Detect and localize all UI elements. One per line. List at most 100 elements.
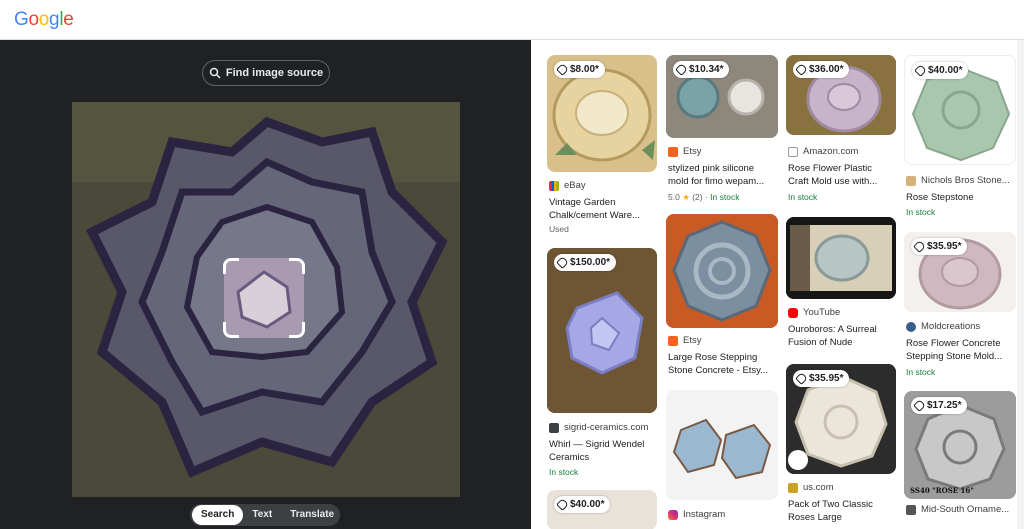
price-tag-icon [556, 498, 569, 511]
price-badge: $150.00* [554, 254, 617, 271]
result-thumbnail[interactable]: $35.95* [786, 364, 896, 474]
result-thumbnail[interactable]: $10.34* [666, 55, 778, 138]
us-com-icon [788, 482, 798, 493]
price-text: $35.95* [809, 373, 844, 384]
stock-status: In stock [549, 467, 579, 477]
google-logo[interactable]: Google [14, 9, 74, 31]
source-name: Etsy [683, 335, 702, 346]
etsy-icon [668, 335, 678, 346]
source-name: us.com [803, 482, 834, 493]
source-name: sigrid-ceramics.com [564, 422, 649, 433]
review-count: (2) [692, 192, 703, 202]
result-thumbnail[interactable]: $36.00* [786, 55, 896, 135]
price-tag-icon [913, 399, 926, 412]
price-text: $36.00* [809, 64, 844, 75]
price-badge: $35.95* [911, 238, 968, 255]
result-title[interactable]: Rose Flower Plastic Craft Mold use with.… [788, 162, 892, 188]
result-source[interactable]: Moldcreations [906, 321, 980, 332]
result-title[interactable]: Ouroboros: A Surreal Fusion of Nude Fema… [788, 323, 892, 349]
price-badge: $40.00* [912, 62, 969, 79]
result-title[interactable]: Whirl — Sigrid Wendel Ceramics [549, 438, 653, 464]
translate-mode-tab[interactable]: Translate [281, 505, 343, 525]
source-name: YouTube [803, 307, 841, 318]
text-mode-tab[interactable]: Text [243, 505, 281, 525]
price-tag-icon [795, 372, 808, 385]
result-source[interactable]: Instagram [668, 509, 725, 520]
source-name: Etsy [683, 146, 702, 157]
result-thumbnail[interactable]: $40.00* [904, 55, 1016, 165]
result-source[interactable]: Amazon.com [788, 146, 858, 157]
result-source[interactable]: Nichols Bros Stone... [906, 175, 1010, 186]
result-thumbnail[interactable]: $8.00* [547, 55, 657, 172]
price-badge: $10.34* [673, 61, 730, 78]
result-thumbnail[interactable] [666, 390, 778, 500]
stock-status: In stock [906, 367, 936, 377]
source-name: Nichols Bros Stone... [921, 175, 1010, 186]
result-title[interactable]: stylized pink silicone mold for fimo wep… [668, 162, 772, 188]
crop-handle[interactable] [289, 258, 305, 274]
result-title[interactable]: Pack of Two Classic Roses Large WUB0324.… [788, 498, 892, 524]
price-tag-icon [556, 63, 569, 76]
result-source[interactable]: eBay [549, 180, 586, 191]
price-text: $40.00* [570, 499, 605, 510]
result-source[interactable]: Etsy [668, 146, 701, 157]
top-bar: Google [0, 0, 1024, 40]
moldcreations-icon [906, 321, 916, 332]
logo-letter: o [38, 9, 50, 30]
result-thumbnail[interactable]: $40.00* [547, 490, 657, 529]
result-source[interactable]: YouTube [788, 307, 840, 318]
mid-south-icon [906, 504, 916, 515]
result-thumbnail[interactable] [786, 217, 896, 299]
result-thumbnail[interactable]: $17.25* SS40 "ROSE 16" [904, 391, 1016, 499]
price-tag-icon [795, 63, 808, 76]
result-source[interactable]: Etsy [668, 335, 701, 346]
stock-status: In stock [710, 192, 740, 202]
price-tag-icon [556, 256, 569, 269]
crop-handle[interactable] [223, 258, 239, 274]
price-text: $150.00* [570, 257, 611, 268]
sigrid-ceramics-icon [549, 422, 559, 433]
price-text: $40.00* [928, 65, 963, 76]
result-thumbnail[interactable]: $150.00* [547, 248, 657, 413]
star-icon: ★ [682, 192, 690, 202]
price-text: $35.95* [927, 241, 962, 252]
logo-letter: e [63, 9, 74, 30]
result-source[interactable]: sigrid-ceramics.com [549, 422, 648, 433]
search-mode-tab[interactable]: Search [192, 505, 244, 525]
price-tag-icon [675, 63, 688, 76]
result-source[interactable]: us.com [788, 482, 834, 493]
source-name: Mid-South Orname... [921, 504, 1010, 515]
rating-row: 5.0 ★ (2) · In stock [668, 192, 740, 202]
youtube-icon [788, 307, 798, 318]
result-thumbnail[interactable]: $35.95* [904, 232, 1016, 312]
result-title[interactable]: Rose Flower Concrete Stepping Stone Mold… [906, 337, 1010, 363]
find-image-source-button[interactable]: Find image source [202, 60, 330, 86]
stock-status: In stock [788, 192, 818, 202]
result-title[interactable]: Rose Stepstone [906, 191, 1010, 204]
rating-value: 5.0 [668, 192, 680, 202]
nichols-bros-icon [906, 175, 916, 186]
result-source[interactable]: Mid-South Orname... [906, 504, 1009, 515]
logo-letter: G [14, 9, 29, 30]
crop-selection-box[interactable] [223, 258, 305, 338]
result-condition: Used [549, 224, 569, 234]
query-image-panel: Find image source Search Text Translate [0, 40, 531, 529]
image-caption: SS40 "ROSE 16" [910, 486, 974, 495]
crop-handle[interactable] [289, 322, 305, 338]
etsy-icon [668, 146, 678, 157]
result-title[interactable]: Vintage Garden Chalk/cement Ware... [549, 196, 653, 222]
price-badge: $36.00* [793, 61, 850, 78]
price-badge: $40.00* [554, 496, 611, 513]
price-tag-icon [914, 64, 927, 77]
price-text: $8.00* [570, 64, 599, 75]
logo-letter: g [49, 9, 60, 30]
result-title[interactable]: Large Rose Stepping Stone Concrete - Ets… [668, 351, 772, 377]
visual-matches-grid: $8.00* eBay Vintage Garden Chalk/cement … [531, 40, 1024, 529]
result-thumbnail[interactable] [666, 214, 778, 328]
scrollbar-track[interactable] [1017, 40, 1024, 529]
stock-status: In stock [906, 207, 936, 217]
instagram-icon [668, 509, 678, 520]
logo-letter: o [28, 9, 39, 30]
source-name: eBay [564, 180, 586, 191]
crop-handle[interactable] [223, 322, 239, 338]
